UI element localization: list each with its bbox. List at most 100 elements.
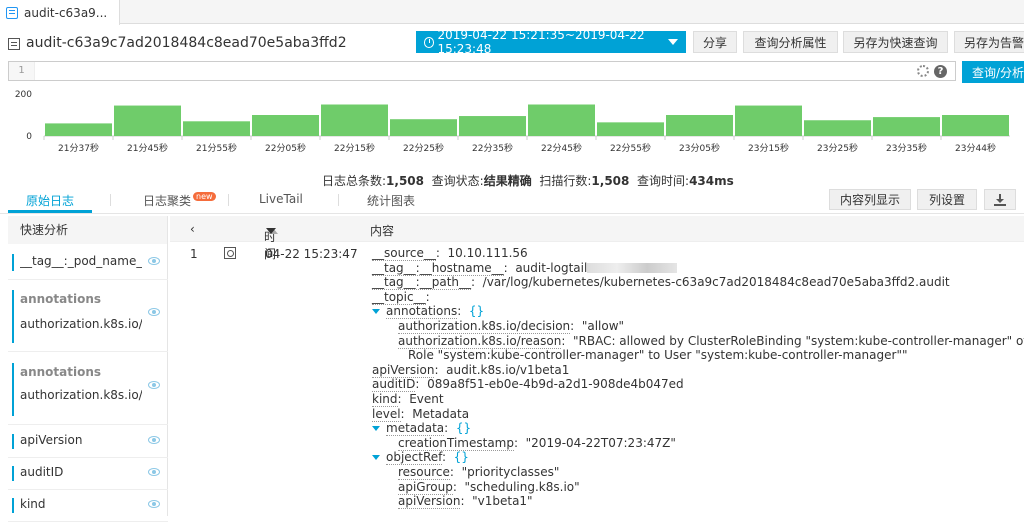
field-key[interactable]: __topic__ [372, 289, 426, 305]
field-key[interactable]: objectRef [386, 450, 442, 466]
divider [338, 194, 339, 206]
field-value[interactable]: audit-logtail [515, 261, 587, 275]
field-label: kind [20, 497, 46, 511]
field-item[interactable]: annotations authorization.k8s.io/... [8, 355, 168, 425]
field-value[interactable]: "allow" [582, 319, 624, 333]
field-item[interactable]: kind [8, 490, 168, 522]
field-row: __tag__:__path__: /var/log/kubernetes/ku… [372, 275, 950, 291]
field-key[interactable]: apiVersion [372, 362, 435, 378]
expand-icon[interactable] [372, 309, 380, 315]
tab-statistics-chart[interactable]: 统计图表 [367, 192, 415, 209]
column-settings-button[interactable]: 列设置 [917, 189, 977, 210]
eye-icon[interactable] [148, 381, 160, 389]
histogram-bar[interactable] [45, 123, 112, 136]
histogram-bar[interactable] [459, 116, 526, 136]
histogram-bar[interactable] [114, 105, 181, 136]
field-value[interactable]: /var/log/kubernetes/kubernetes-c63a9c7ad… [483, 275, 950, 289]
histogram-bar[interactable] [528, 104, 595, 137]
tab-bar: audit-c63a9... [0, 0, 1024, 25]
field-value[interactable]: 089a8f51-eb0e-4b9d-a2d1-908de4b047ed [427, 377, 684, 391]
field-label: authorization.k8s.io/... [20, 388, 142, 402]
field-key[interactable]: apiVersion [398, 494, 461, 510]
field-value[interactable]: audit.k8s.io/v1beta1 [446, 363, 569, 377]
field-key[interactable]: resource [398, 464, 450, 480]
field-value-continued[interactable]: Role "system:kube-controller-manager" to… [408, 348, 907, 362]
field-item[interactable]: apiVersion [8, 426, 168, 458]
field-value[interactable]: Event [409, 392, 443, 406]
field-key[interactable]: authorization.k8s.io/reason [398, 333, 562, 349]
field-key[interactable]: auditID [372, 377, 416, 393]
x-tick-label: 23分15秒 [748, 142, 789, 154]
histogram-bar[interactable] [873, 117, 940, 136]
query-status: 日志总条数:1,508 查询状态:结果精确 扫描行数:1,508 查询时间:43… [322, 174, 734, 188]
histogram-bar[interactable] [390, 119, 457, 136]
histogram-bar[interactable] [252, 115, 319, 136]
content-column-button[interactable]: 内容列显示 [829, 189, 911, 210]
eye-icon[interactable] [148, 468, 160, 476]
eye-icon[interactable] [148, 257, 160, 265]
histogram-bar[interactable] [183, 121, 250, 136]
field-item[interactable]: annotations authorization.k8s.io/... [8, 282, 168, 352]
logstore-icon [8, 38, 20, 50]
page-title: audit-c63a9c7ad2018484c8ead70e5aba3ffd2 [26, 35, 347, 51]
histogram-bar[interactable] [735, 105, 802, 136]
search-analyze-button[interactable]: 查询/分析 [962, 61, 1024, 83]
field-value[interactable]: "RBAC: allowed by ClusterRoleBinding "sy… [573, 334, 1024, 348]
download-button[interactable] [984, 189, 1016, 210]
field-row: level: Metadata [372, 406, 470, 422]
share-button[interactable]: 分享 [693, 31, 737, 53]
field-item[interactable]: __tag__:_pod_name_ [8, 246, 168, 280]
query-input[interactable]: 1 ? [8, 61, 956, 81]
field-key[interactable]: creationTimestamp [398, 435, 514, 451]
x-tick-label: 21分45秒 [127, 142, 168, 154]
field-value[interactable]: "2019-04-22T07:23:47Z" [526, 436, 676, 450]
field-value[interactable]: "priorityclasses" [462, 465, 560, 479]
context-browse-icon[interactable] [224, 247, 236, 259]
save-quick-query-button[interactable]: 另存为快速查询 [843, 31, 948, 53]
field-key[interactable]: annotations [386, 304, 458, 320]
field-key[interactable]: __tag__:__hostname__ [372, 260, 504, 276]
brace: {} [455, 421, 472, 436]
quick-analysis-panel: 快速分析 __tag__:_pod_name_ annotations auth… [8, 216, 168, 522]
field-key[interactable]: apiGroup [398, 479, 453, 495]
x-tick-label: 22分45秒 [541, 142, 582, 154]
field-row: authorization.k8s.io/decision: "allow" [398, 318, 625, 334]
expand-icon[interactable] [372, 455, 380, 461]
quick-analysis-title: 快速分析 [8, 216, 167, 244]
time-range-picker[interactable]: 2019-04-22 15:21:35~2019-04-22 15:23:48 [416, 28, 686, 56]
gear-icon[interactable] [917, 65, 929, 77]
tab-livetail[interactable]: LiveTail [259, 192, 303, 206]
field-key[interactable]: __source__ [372, 246, 436, 261]
histogram-bar[interactable] [597, 122, 664, 136]
histogram-bar[interactable] [321, 104, 388, 137]
histogram-bar[interactable] [942, 115, 1009, 136]
field-key[interactable]: metadata [386, 421, 445, 437]
field-key[interactable]: __tag__:__path__ [372, 275, 471, 291]
chevron-left-icon[interactable]: ‹ [190, 222, 195, 236]
tab-log-cluster[interactable]: 日志聚类 new [143, 192, 216, 209]
field-value[interactable]: 10.10.111.56 [448, 246, 528, 260]
field-key[interactable]: kind [372, 391, 398, 407]
field-key[interactable]: level [372, 406, 401, 422]
histogram-bar[interactable] [666, 115, 733, 136]
query-props-button[interactable]: 查询分析属性 [743, 31, 838, 53]
eye-icon[interactable] [148, 500, 160, 508]
field-value[interactable]: "scheduling.k8s.io" [465, 480, 580, 494]
brace: {} [453, 450, 469, 465]
eye-icon[interactable] [148, 436, 160, 444]
field-item[interactable]: auditID [8, 458, 168, 490]
log-content: __source__: 10.10.111.56 __tag__:__hostn… [372, 246, 1024, 510]
save-alert-button[interactable]: 另存为告警 [954, 31, 1024, 53]
field-key[interactable]: authorization.k8s.io/decision [398, 318, 571, 334]
expand-icon[interactable] [372, 426, 380, 432]
field-value[interactable]: "v1beta1" [472, 494, 532, 508]
help-icon[interactable]: ? [934, 65, 947, 78]
tab-audit[interactable]: audit-c63a9... [0, 0, 120, 25]
histogram-bar[interactable] [804, 120, 871, 136]
eye-icon[interactable] [148, 308, 160, 316]
tab-raw-logs[interactable]: 原始日志 [26, 192, 74, 209]
field-row: annotations: {} [372, 304, 1022, 320]
active-tab-indicator [8, 210, 92, 213]
scanned-count: 1,508 [591, 174, 630, 188]
field-value[interactable]: Metadata [412, 407, 469, 421]
